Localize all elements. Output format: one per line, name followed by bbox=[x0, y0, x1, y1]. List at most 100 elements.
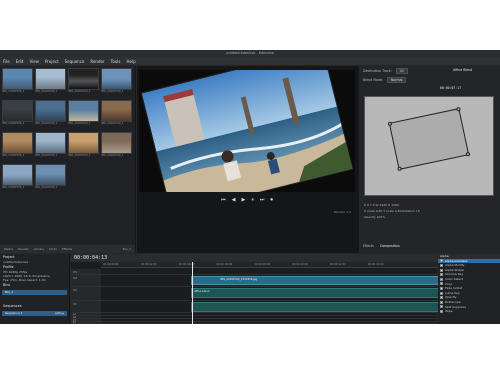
clip-thumb[interactable]: IMG_20160709_1 bbox=[101, 100, 132, 130]
clip-thumb[interactable]: IMG_20160709_1 bbox=[101, 68, 132, 98]
clip-thumb[interactable]: IMG_20160709_1 bbox=[35, 100, 66, 130]
track-v3[interactable]: V3 IMG_20160709_1343456.jpg bbox=[71, 275, 467, 287]
sequence-item[interactable]: Sequence 1 active bbox=[2, 311, 67, 316]
tab-render[interactable]: Render bbox=[18, 247, 29, 251]
timeline-toolbar: 00:00:04:13 bbox=[71, 254, 437, 262]
track-a4[interactable]: A4 bbox=[71, 322, 437, 324]
clip-image bbox=[101, 68, 132, 90]
clip-caption: IMG_20160709_1 bbox=[101, 154, 124, 157]
playhead[interactable] bbox=[192, 262, 193, 324]
monitor-screen[interactable] bbox=[139, 70, 355, 192]
clip-thumb[interactable]: IMG_20160709_1 bbox=[35, 68, 66, 98]
window-title: untitled.kdenlive - Kdenlive bbox=[226, 51, 274, 55]
clip-thumb[interactable]: IMG_20160709_1 bbox=[2, 164, 33, 194]
clip-thumb[interactable]: IMG_20160709_1 bbox=[2, 68, 33, 98]
ruler-tick: 00:00:14:00 bbox=[367, 263, 384, 266]
sequence-badge: active bbox=[54, 311, 64, 315]
clip-caption: IMG_20160709_1 bbox=[35, 90, 58, 93]
clip-thumb[interactable]: IMG_20160709_1 bbox=[101, 132, 132, 162]
bin-footer: Media Render Library Undo Effects Bin_1 bbox=[0, 245, 135, 253]
video-clip[interactable]: IMG_20160709_1343456.jpg bbox=[191, 276, 467, 285]
step-back-icon[interactable]: ◀ bbox=[232, 197, 236, 203]
ruler-tick: 00:00:10:00 bbox=[292, 263, 308, 266]
corner-handle[interactable] bbox=[397, 166, 402, 172]
geometry-opacity[interactable]: Opacity 100% bbox=[364, 214, 494, 220]
menu-view[interactable]: View bbox=[29, 59, 39, 64]
tab-media[interactable]: Media bbox=[4, 247, 13, 251]
beach-photo bbox=[140, 70, 354, 192]
clip-caption: IMG_20160709_1 bbox=[35, 186, 58, 189]
timeline-ruler[interactable]: 00:00:00:00 00:00:02:00 00:00:04:00 00:0… bbox=[101, 262, 437, 268]
tab-effects[interactable]: Effects bbox=[62, 247, 72, 251]
tab-effects-stack[interactable]: Effects bbox=[363, 244, 374, 248]
menu-tools[interactable]: Tools bbox=[111, 59, 121, 64]
effect-icon bbox=[440, 263, 443, 267]
ruler-tick: 00:00:06:00 bbox=[216, 263, 233, 266]
clip-thumb[interactable]: IMG_20160709_1 bbox=[68, 132, 99, 162]
clip-image bbox=[35, 68, 66, 90]
clip-thumb[interactable]: IMG_20160709_1 bbox=[68, 100, 99, 130]
rewind-icon[interactable]: ⏮ bbox=[221, 197, 226, 203]
clip-image bbox=[68, 100, 99, 122]
menu-help[interactable]: Help bbox=[126, 59, 135, 64]
clip-label: IMG_20160709_1343456.jpg bbox=[220, 278, 258, 281]
clip-image bbox=[35, 100, 66, 122]
clip-caption: IMG_20160709_1 bbox=[68, 154, 91, 157]
play-icon[interactable]: ▶ bbox=[241, 197, 245, 203]
corner-handle[interactable] bbox=[387, 121, 393, 127]
track-v1[interactable]: V1 bbox=[71, 301, 467, 313]
effect-item[interactable]: Wipe bbox=[438, 309, 500, 314]
menu-edit[interactable]: Edit bbox=[16, 59, 24, 64]
effect-icon bbox=[440, 305, 443, 309]
title-bar: untitled.kdenlive - Kdenlive bbox=[0, 50, 500, 57]
track-v2[interactable]: V2 affine blend bbox=[71, 287, 467, 301]
effect-icon bbox=[440, 282, 443, 286]
track-header: V1 bbox=[71, 301, 101, 312]
tab-composition[interactable]: Composition bbox=[380, 244, 400, 248]
clip-image bbox=[2, 132, 33, 154]
track-header: V2 bbox=[71, 287, 101, 300]
app-window: untitled.kdenlive - Kdenlive File Edit V… bbox=[0, 50, 500, 324]
clip-thumb[interactable]: IMG_20160709_1 bbox=[2, 132, 33, 162]
clip-image bbox=[101, 132, 132, 154]
clip-thumb[interactable]: IMG_20160709_1 bbox=[35, 164, 66, 194]
project-bin-item[interactable]: Bin_1 bbox=[2, 290, 67, 295]
video-clip[interactable] bbox=[191, 302, 467, 312]
pause-icon[interactable]: ⏸ bbox=[251, 197, 254, 203]
track-lane: affine blend bbox=[101, 287, 467, 300]
menu-render[interactable]: Render bbox=[90, 59, 104, 64]
composition-name: Affine Blend bbox=[453, 68, 473, 72]
clip-caption: IMG_20160709_1 bbox=[68, 90, 91, 93]
transform-frame[interactable] bbox=[387, 106, 471, 172]
blend-select[interactable]: Normal bbox=[386, 77, 407, 83]
corner-handle[interactable] bbox=[456, 106, 461, 112]
bins-heading: Bins bbox=[3, 283, 11, 287]
clip-thumb[interactable]: IMG_20160709_1 bbox=[35, 132, 66, 162]
timeline-timecode[interactable]: 00:00:04:13 bbox=[74, 255, 107, 261]
clip-caption: IMG_20160709_1 bbox=[2, 154, 25, 157]
record-icon[interactable]: ⏺ bbox=[270, 197, 273, 203]
forward-icon[interactable]: ⏭ bbox=[260, 197, 265, 203]
sequence-name: Sequence 1 bbox=[5, 311, 23, 315]
transform-canvas[interactable] bbox=[364, 96, 494, 196]
monitor-zoom-label[interactable]: Monitor 1:1 bbox=[334, 210, 351, 214]
tab-undo[interactable]: Undo bbox=[49, 247, 57, 251]
project-panel: Project untitled.kdenlive Profile HD 108… bbox=[0, 254, 70, 324]
corner-handle[interactable] bbox=[465, 151, 471, 157]
clip-image bbox=[35, 132, 66, 154]
playback-controls: ⏮ ◀ ▶ ⏸ ⏭ ⏺ bbox=[139, 194, 355, 206]
tab-library[interactable]: Library bbox=[34, 247, 45, 251]
composition-timecode[interactable]: 00:00:07:17 bbox=[440, 86, 461, 90]
effect-icon bbox=[440, 268, 443, 272]
menu-sequence[interactable]: Sequence bbox=[65, 59, 85, 64]
track-header: V3 bbox=[71, 275, 101, 286]
clip-thumb[interactable]: IMG_20160709_1 bbox=[68, 68, 99, 98]
menu-bar: File Edit View Project Sequence Render T… bbox=[0, 57, 500, 65]
composition-clip[interactable]: affine blend bbox=[191, 288, 467, 298]
track-header: A3 bbox=[71, 319, 101, 322]
destination-select[interactable]: V2 bbox=[395, 68, 408, 74]
menu-file[interactable]: File bbox=[3, 59, 10, 64]
clip-thumb[interactable]: IMG_20160709_1 bbox=[2, 100, 33, 130]
clip-image bbox=[68, 132, 99, 154]
menu-project[interactable]: Project bbox=[45, 59, 59, 64]
